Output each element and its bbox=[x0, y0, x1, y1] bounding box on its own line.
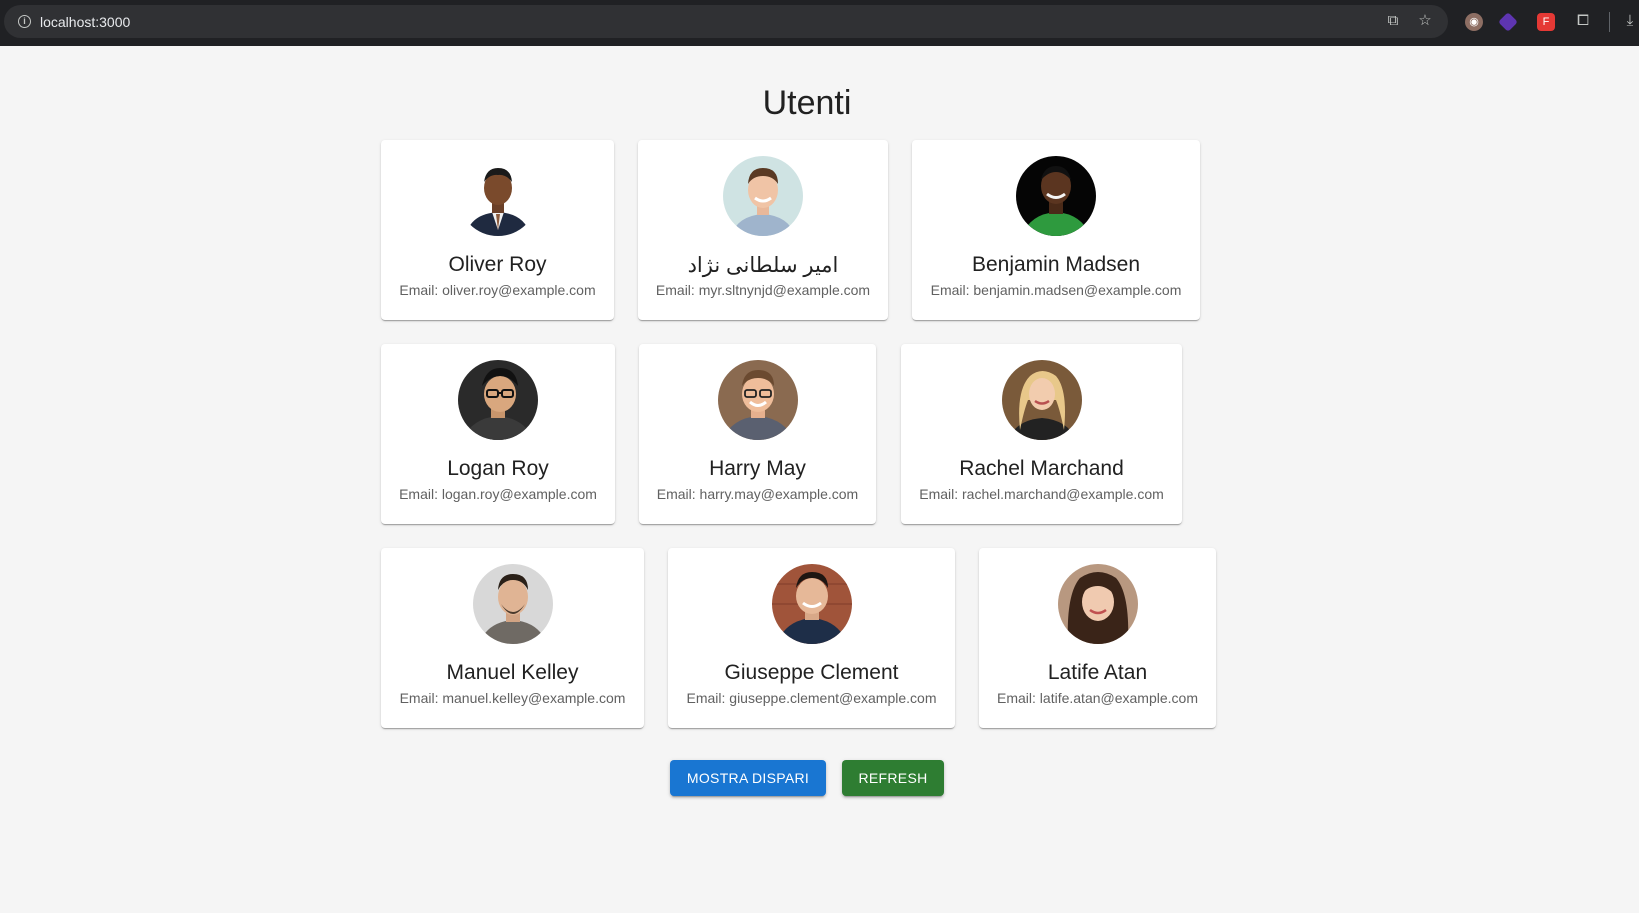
user-email: Email: latife.atan@example.com bbox=[997, 690, 1198, 706]
user-name: Benjamin Madsen bbox=[971, 253, 1141, 276]
avatar-photo-icon bbox=[1001, 360, 1082, 440]
user-avatar bbox=[1001, 360, 1082, 440]
user-avatar bbox=[723, 156, 803, 236]
user-name: Oliver Roy bbox=[448, 253, 547, 276]
user-avatar bbox=[1016, 156, 1096, 236]
user-email: Email: logan.roy@example.com bbox=[399, 486, 597, 502]
avatar-photo-icon bbox=[1016, 156, 1096, 236]
avatar-photo-icon bbox=[472, 564, 553, 644]
user-email: Email: giuseppe.clement@example.com bbox=[686, 690, 937, 706]
user-avatar bbox=[472, 564, 553, 644]
user-name: Latife Atan bbox=[1047, 661, 1148, 684]
user-name: Manuel Kelley bbox=[446, 661, 579, 684]
avatar-photo-icon bbox=[723, 156, 803, 236]
browser-toolbar: i localhost:3000 ⧉ ☆ ◉ F ⧠ ⤓ bbox=[0, 0, 1639, 46]
avatar-photo-icon bbox=[458, 360, 538, 440]
user-name: Logan Roy bbox=[447, 457, 549, 480]
user-card: Oliver Roy Email: oliver.roy@example.com bbox=[381, 140, 614, 320]
user-email: Email: oliver.roy@example.com bbox=[399, 282, 596, 298]
user-email: Email: benjamin.madsen@example.com bbox=[930, 282, 1182, 298]
download-icon[interactable]: ⤓ bbox=[1621, 12, 1639, 30]
user-name: Giuseppe Clement bbox=[724, 661, 899, 684]
user-avatar bbox=[457, 156, 538, 236]
user-card: Harry May Email: harry.may@example.com bbox=[639, 344, 876, 524]
user-name: امیر سلطانی نژاد bbox=[687, 254, 839, 277]
avatar-photo-icon bbox=[1057, 564, 1138, 644]
address-url[interactable]: localhost:3000 bbox=[40, 14, 130, 30]
extensions-puzzle-icon[interactable]: ⧠ bbox=[1574, 12, 1592, 30]
show-odd-button[interactable]: MOSTRA DISPARI bbox=[670, 760, 826, 796]
install-app-icon[interactable]: ⧉ bbox=[1384, 12, 1402, 30]
user-email: Email: myr.sltnynjd@example.com bbox=[655, 282, 871, 298]
user-avatar bbox=[458, 360, 538, 440]
user-card: Benjamin Madsen Email: benjamin.madsen@e… bbox=[912, 140, 1200, 320]
user-card: امیر سلطانی نژاد Email: myr.sltnynjd@exa… bbox=[638, 140, 888, 320]
extension-owl-icon[interactable]: ◉ bbox=[1465, 13, 1483, 31]
user-card: Latife Atan Email: latife.atan@example.c… bbox=[979, 548, 1216, 728]
user-name: Rachel Marchand bbox=[959, 457, 1124, 480]
user-avatar bbox=[1057, 564, 1138, 644]
refresh-button[interactable]: REFRESH bbox=[842, 760, 944, 796]
extension-red-icon[interactable]: F bbox=[1537, 13, 1555, 31]
user-card: Rachel Marchand Email: rachel.marchand@e… bbox=[901, 344, 1182, 524]
address-bar[interactable]: i localhost:3000 ⧉ ☆ bbox=[4, 5, 1448, 38]
avatar-photo-icon bbox=[457, 156, 538, 236]
page-title: Utenti bbox=[762, 84, 852, 122]
site-info-icon[interactable]: i bbox=[18, 15, 31, 28]
user-name: Harry May bbox=[709, 457, 806, 480]
user-email: Email: rachel.marchand@example.com bbox=[919, 486, 1164, 502]
user-card: Giuseppe Clement Email: giuseppe.clement… bbox=[668, 548, 955, 728]
user-email: Email: manuel.kelley@example.com bbox=[399, 690, 626, 706]
user-avatar bbox=[717, 360, 798, 440]
user-card: Manuel Kelley Email: manuel.kelley@examp… bbox=[381, 548, 644, 728]
avatar-photo-icon bbox=[771, 564, 852, 644]
user-email: Email: harry.may@example.com bbox=[656, 486, 859, 502]
bookmark-star-icon[interactable]: ☆ bbox=[1416, 12, 1434, 30]
user-avatar bbox=[771, 564, 852, 644]
avatar-photo-icon bbox=[717, 360, 798, 440]
user-card: Logan Roy Email: logan.roy@example.com bbox=[381, 344, 615, 524]
extension-diamond-icon[interactable] bbox=[1498, 12, 1518, 32]
toolbar-divider bbox=[1609, 12, 1610, 32]
